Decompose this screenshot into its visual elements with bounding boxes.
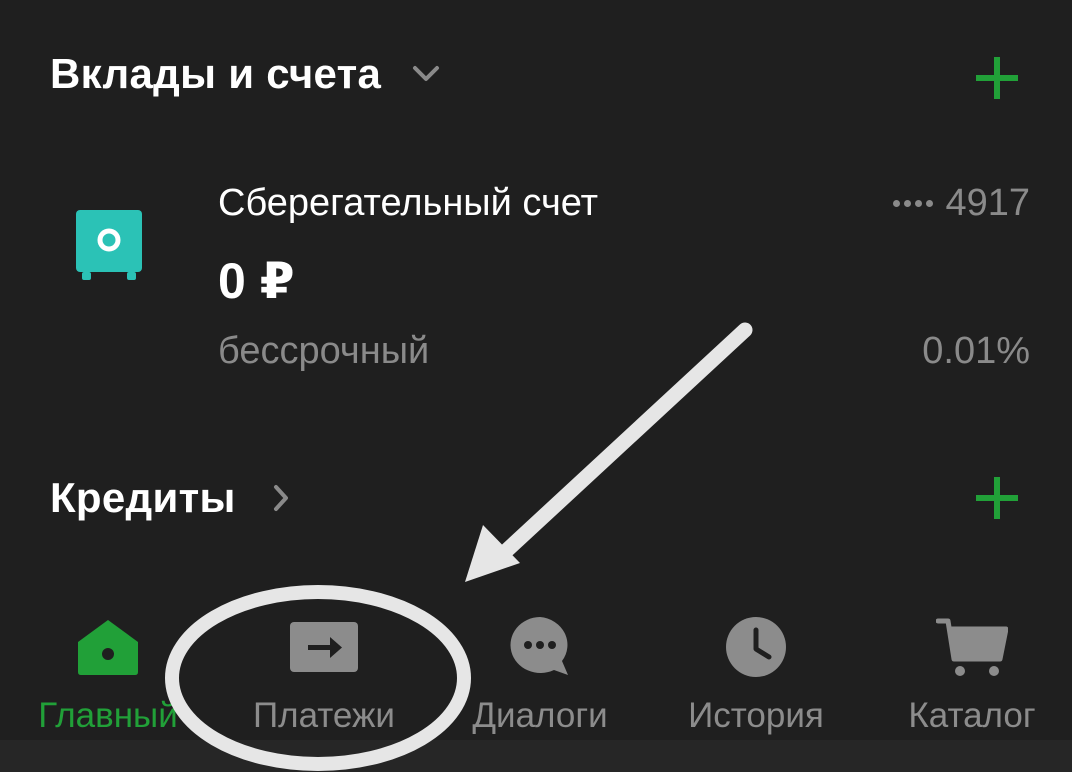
tab-history-label: История <box>688 696 824 735</box>
clock-icon <box>725 612 787 682</box>
bottom-tab-bar: Главный Платежи Диалоги История Каталог <box>0 600 1072 740</box>
chevron-right-icon <box>264 481 298 515</box>
chevron-down-icon <box>409 57 443 91</box>
account-rate: 0.01% <box>922 330 1030 372</box>
account-name: Сберегательный счет <box>218 182 599 224</box>
account-last4: 4917 <box>945 182 1030 224</box>
masked-dots-icon <box>893 200 934 207</box>
tab-dialogs[interactable]: Диалоги <box>440 600 640 740</box>
safe-icon <box>76 210 142 282</box>
plus-icon <box>976 477 1018 519</box>
tab-history[interactable]: История <box>656 600 856 740</box>
account-number: 4917 <box>893 182 1030 225</box>
home-icon <box>76 612 140 682</box>
credits-section-header[interactable]: Кредиты <box>50 474 298 522</box>
credits-title: Кредиты <box>50 474 236 521</box>
account-balance: 0 ₽ <box>218 253 295 309</box>
app-screen: Вклады и счета Сберегательный счет 0 ₽ б… <box>0 0 1072 772</box>
tab-home-label: Главный <box>38 696 178 735</box>
plus-icon <box>976 57 1018 99</box>
tab-home[interactable]: Главный <box>8 600 208 740</box>
tab-payments[interactable]: Платежи <box>224 600 424 740</box>
tab-payments-label: Платежи <box>253 696 395 735</box>
tab-dialogs-label: Диалоги <box>472 696 608 735</box>
tab-catalog-label: Каталог <box>908 696 1036 735</box>
savings-account-card[interactable]: Сберегательный счет 0 ₽ бессрочный 4917 … <box>0 170 1072 380</box>
bottom-system-strip <box>0 740 1072 772</box>
chat-bubble-icon <box>508 612 572 682</box>
payments-arrow-icon <box>290 612 358 682</box>
deposits-section-header[interactable]: Вклады и счета <box>50 50 443 98</box>
deposits-title: Вклады и счета <box>50 50 382 97</box>
cart-icon <box>936 612 1008 682</box>
add-credit-button[interactable] <box>972 473 1022 523</box>
account-term: бессрочный <box>218 330 430 372</box>
tab-catalog[interactable]: Каталог <box>872 600 1072 740</box>
add-deposit-button[interactable] <box>972 53 1022 103</box>
